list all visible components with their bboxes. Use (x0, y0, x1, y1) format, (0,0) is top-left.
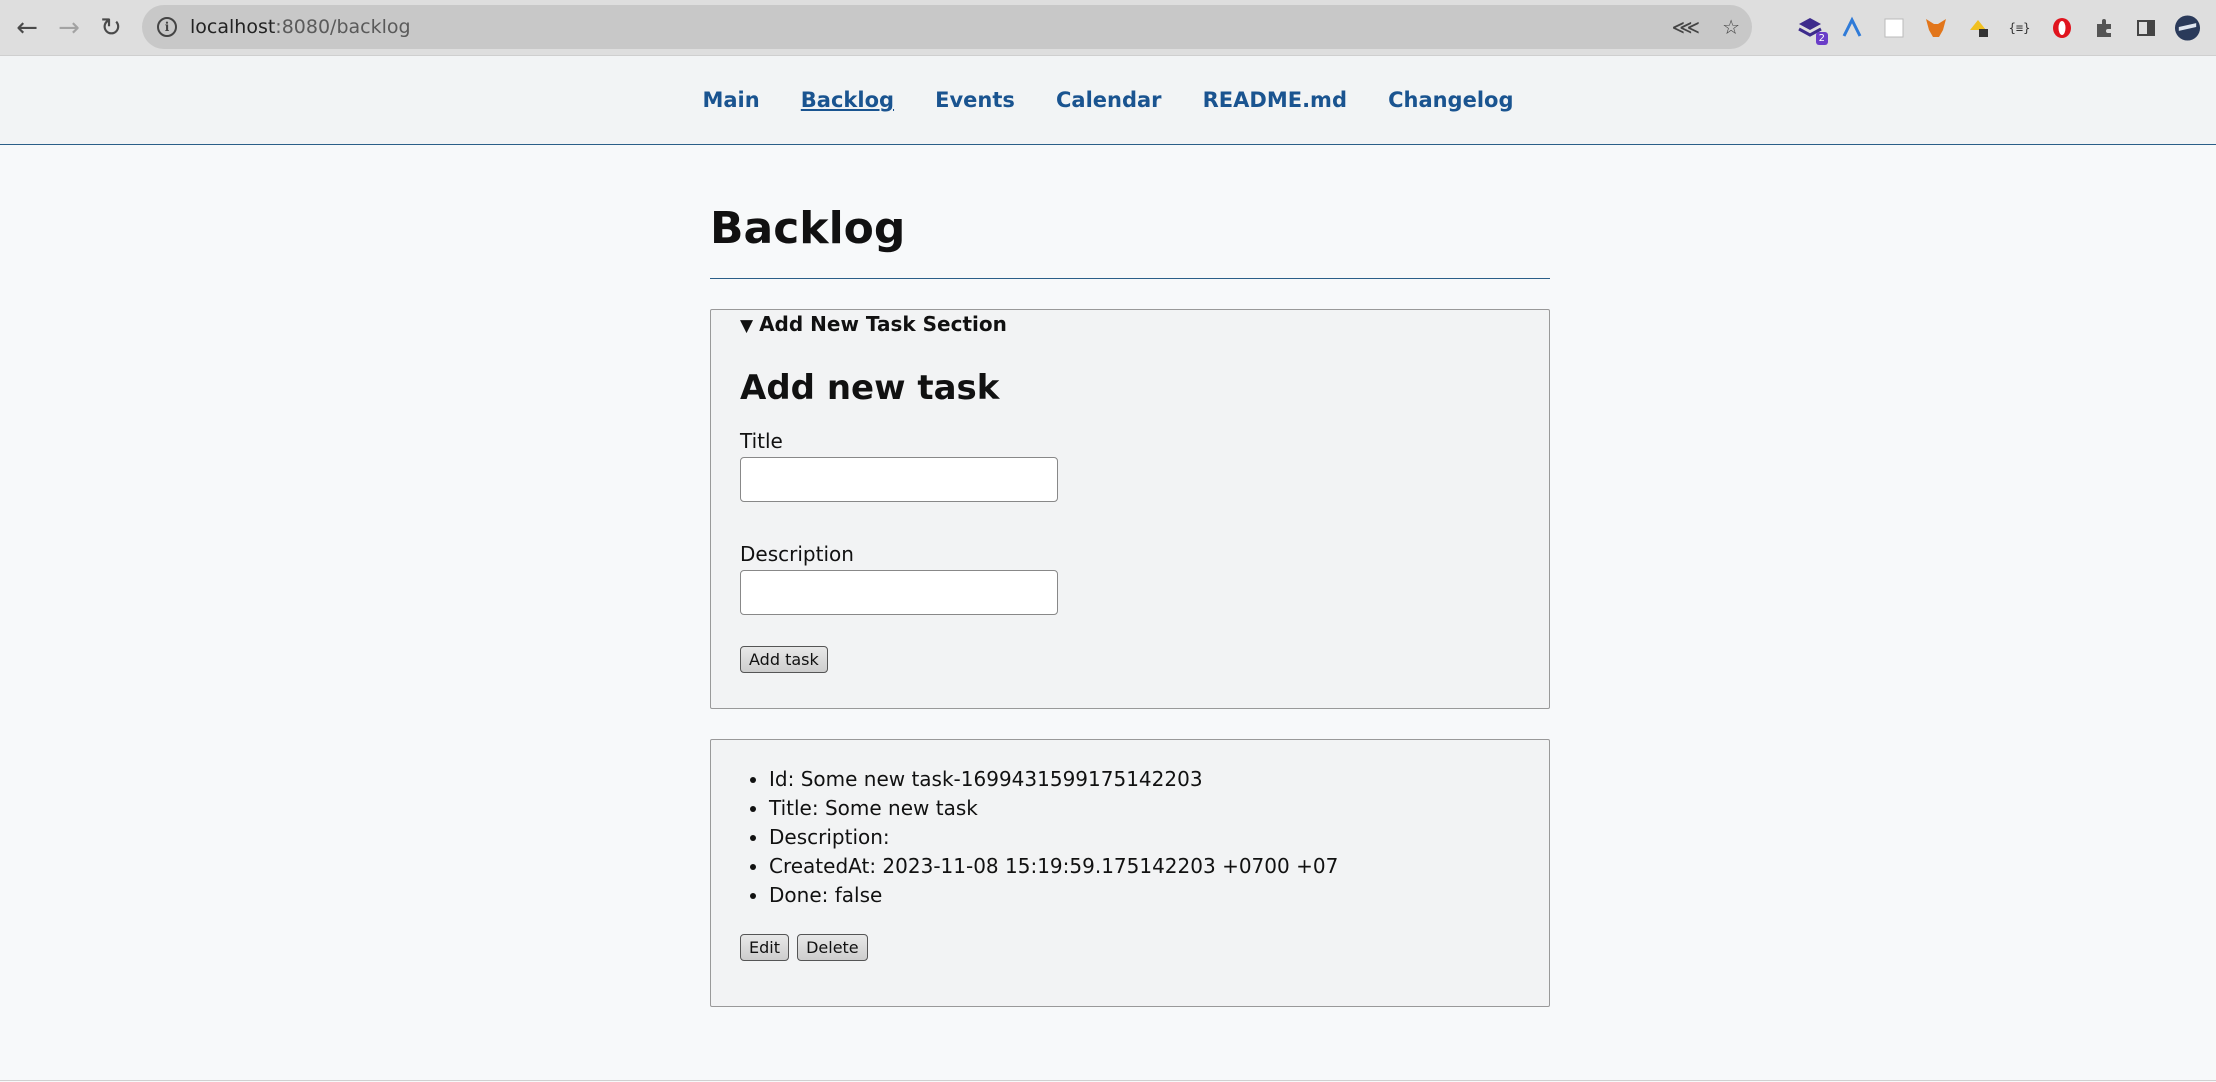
json-formatter-icon[interactable]: {≡} (2006, 14, 2033, 41)
main-nav: Main Backlog Events Calendar README.md C… (684, 88, 1531, 112)
disclosure-triangle-icon: ▼ (740, 316, 754, 336)
profile-avatar-icon[interactable] (2174, 14, 2201, 41)
add-task-section-summary: Add New Task Section (759, 312, 1007, 336)
title-input[interactable] (740, 457, 1058, 503)
delete-task-button[interactable]: Delete (797, 934, 868, 961)
side-panel-icon[interactable] (2132, 14, 2159, 41)
extension-blank-icon[interactable] (1880, 14, 1907, 41)
task-done: Done: false (769, 881, 1520, 910)
task-title: Title: Some new task (769, 794, 1520, 823)
extensions-puzzle-icon[interactable] (2090, 14, 2117, 41)
url-path: :8080/backlog (275, 16, 411, 38)
extension-stack-icon[interactable]: 2 (1796, 14, 1828, 45)
description-input[interactable] (740, 570, 1058, 616)
nav-link-changelog[interactable]: Changelog (1388, 88, 1513, 112)
add-task-heading: Add new task (740, 368, 1000, 408)
nav-link-main[interactable]: Main (702, 88, 759, 112)
add-task-button[interactable]: Add task (740, 646, 828, 674)
url-text[interactable]: localhost:8080/backlog (190, 16, 411, 38)
back-icon[interactable]: ← (6, 0, 48, 55)
extension-blue-icon[interactable] (1838, 14, 1865, 41)
opera-icon[interactable] (2048, 14, 2075, 41)
description-label: Description (740, 542, 854, 567)
task-details-list: Id: Some new task-1699431599175142203 Ti… (740, 765, 1520, 910)
main-content: Backlog ▼ Add New Task Section Add new ta… (710, 145, 1550, 1007)
share-icon[interactable]: ⋘ (1672, 15, 1700, 39)
page-bottom-border (0, 1080, 2216, 1081)
site-header: Main Backlog Events Calendar README.md C… (0, 56, 2216, 145)
nav-link-backlog[interactable]: Backlog (801, 88, 894, 112)
url-host: localhost (190, 16, 276, 38)
metamask-fox-icon[interactable] (1922, 14, 1949, 41)
nav-link-events[interactable]: Events (935, 88, 1015, 112)
reload-icon[interactable]: ↻ (90, 0, 132, 55)
edit-task-button[interactable]: Edit (740, 934, 789, 961)
task-actions: Edit Delete (740, 934, 1520, 961)
nav-link-readme[interactable]: README.md (1203, 88, 1347, 112)
extension-lock-icon[interactable] (1964, 14, 1991, 41)
task-card: Id: Some new task-1699431599175142203 Ti… (710, 739, 1550, 1007)
site-info-icon[interactable]: i (157, 17, 177, 37)
page-title: Backlog (710, 207, 1550, 279)
forward-icon[interactable]: → (48, 0, 90, 55)
add-task-section: ▼ Add New Task Section Add new task Title… (710, 309, 1550, 709)
nav-link-calendar[interactable]: Calendar (1056, 88, 1162, 112)
title-label: Title (740, 429, 783, 454)
address-bar[interactable]: i localhost:8080/backlog ⋘ ☆ (142, 5, 1752, 49)
task-created-at: CreatedAt: 2023-11-08 15:19:59.175142203… (769, 852, 1520, 881)
bookmark-star-icon[interactable]: ☆ (1722, 15, 1740, 39)
browser-toolbar: ← → ↻ i localhost:8080/backlog ⋘ ☆ 2 {≡} (0, 0, 2216, 56)
add-task-section-toggle[interactable]: ▼ Add New Task Section (740, 310, 1520, 340)
task-description: Description: (769, 823, 1520, 852)
task-id: Id: Some new task-1699431599175142203 (769, 765, 1520, 794)
extension-badge: 2 (1815, 32, 1828, 45)
